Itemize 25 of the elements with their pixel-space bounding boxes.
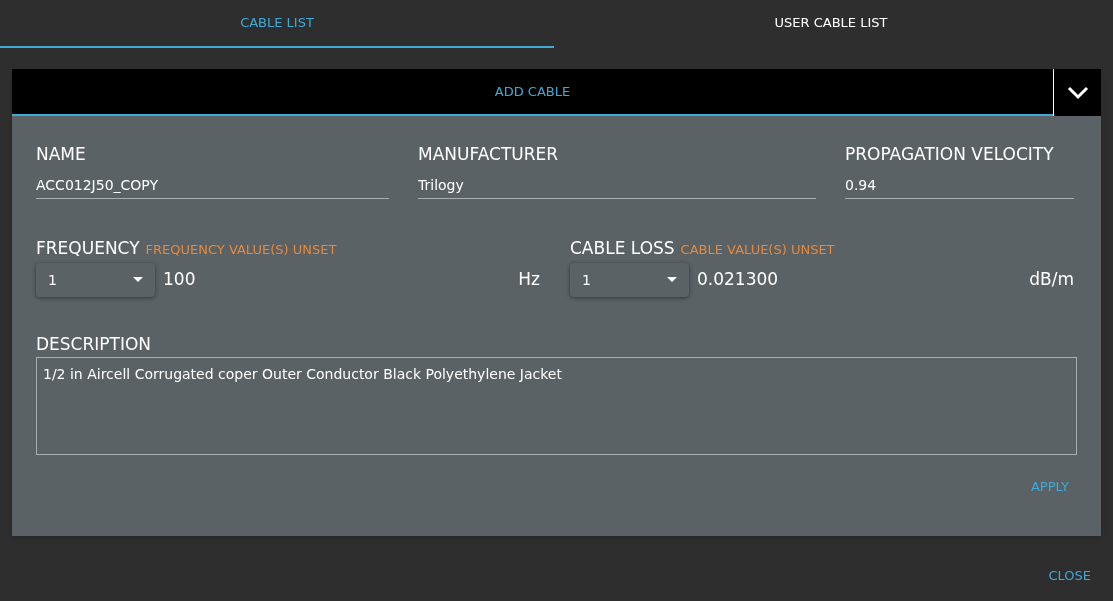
caret-down-icon (133, 277, 143, 283)
close-button[interactable]: CLOSE (1048, 566, 1091, 586)
description-field[interactable]: 1/2 in Aircell Corrugated coper Outer Conductor Black Polyethylene Jacket (36, 357, 1077, 455)
field-label: NAME (36, 143, 87, 165)
unit-text: Hz (518, 268, 540, 292)
warning-text: CABLE VALUE(S) UNSET (680, 241, 835, 259)
panel-title: ADD CABLE (494, 82, 571, 101)
tab[interactable]: USER CABLE LIST (554, 0, 1108, 48)
value-text: 100 (163, 268, 196, 292)
warning-text: FREQUENCY VALUE(S) UNSET (145, 241, 337, 259)
field-label: PROPAGATION VELOCITY (845, 143, 1055, 165)
field-label: FREQUENCY (36, 237, 140, 259)
text-field[interactable]: 0.94 (845, 171, 1074, 199)
value-text: 0.021300 (697, 268, 779, 292)
text-field[interactable]: ACC012J50_COPY (36, 171, 389, 199)
text-field[interactable]: Trilogy (418, 171, 816, 199)
unit-text: dB/m (1029, 268, 1074, 292)
field-label: CABLE LOSS (570, 237, 675, 259)
index-dropdown[interactable]: 1 (570, 263, 689, 297)
caret-down-icon (667, 277, 677, 283)
field-label: MANUFACTURER (418, 143, 560, 165)
index-dropdown[interactable]: 1 (36, 263, 155, 297)
chevron-down-icon (1066, 85, 1089, 100)
tab[interactable]: CABLE LIST (0, 0, 554, 48)
field-label: DESCRIPTION (36, 333, 153, 355)
